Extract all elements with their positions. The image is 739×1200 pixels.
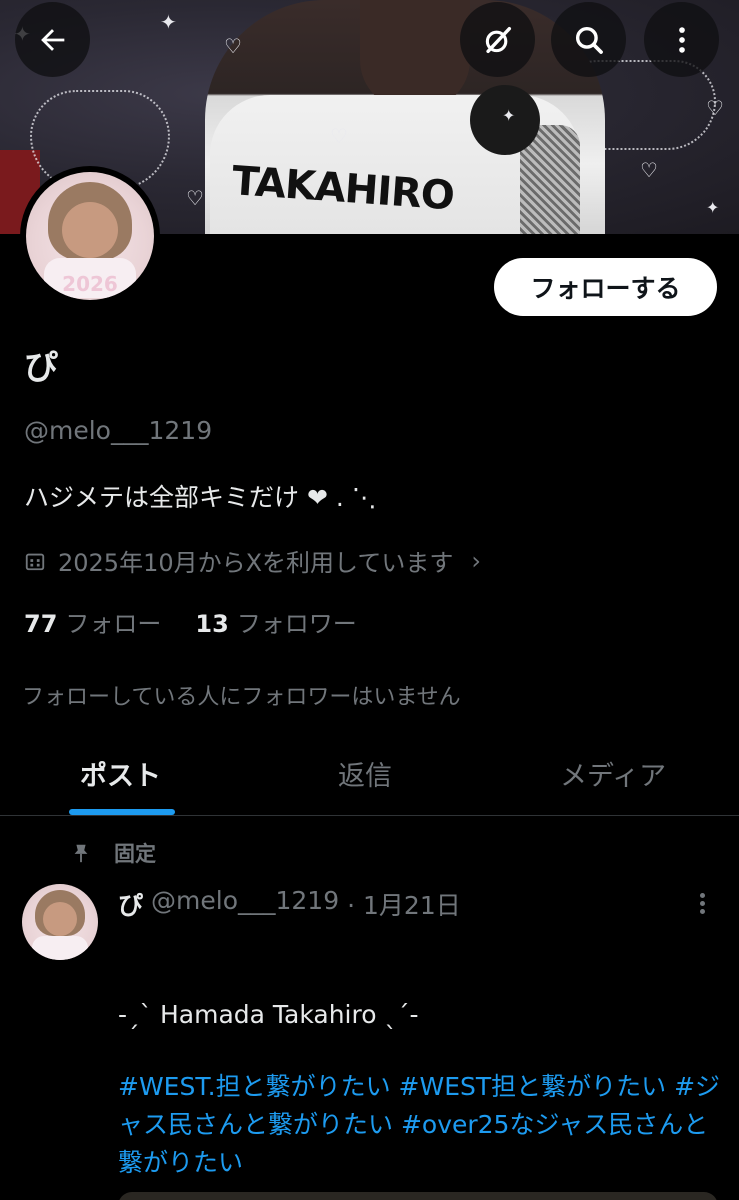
avatar-year: 2026: [62, 272, 118, 296]
avatar-face: [43, 902, 77, 936]
active-tab-indicator: [69, 809, 175, 815]
tab-replies[interactable]: 返信: [338, 754, 392, 793]
arrow-left-icon: [40, 28, 64, 51]
mutual-followers-note: フォローしている人にフォロワーはいません: [22, 685, 461, 710]
joined-date-text: 2025年10月からXを利用しています: [58, 549, 454, 577]
banner-neck: [360, 0, 470, 110]
more-dot: [699, 893, 705, 898]
profile-handle: @melo___1219: [24, 416, 213, 445]
post-author-avatar[interactable]: [22, 884, 98, 960]
post-date[interactable]: · 1月21日: [347, 886, 461, 922]
sparkle-icon: ✦: [502, 106, 516, 125]
following-count: 77: [24, 610, 58, 638]
following-label: フォロー: [65, 610, 162, 638]
post-more-button[interactable]: [690, 890, 714, 920]
profile-tabs: ポスト 返信 メディア: [0, 730, 739, 816]
back-button[interactable]: [15, 2, 90, 77]
sparkle-icon: ✦: [706, 198, 720, 217]
post-text-line: -ˏˋ Hamada Takahiro ˎˊ-: [118, 1000, 419, 1029]
follow-stats: 77 フォロー 13 フォロワー: [24, 604, 357, 639]
tab-media[interactable]: メディア: [560, 754, 666, 793]
post-author-name[interactable]: ぴ: [118, 886, 143, 922]
pin-icon: [74, 844, 88, 863]
search-button[interactable]: [551, 2, 626, 77]
heart-outline-icon: ♡: [330, 124, 348, 148]
avatar-cake: [32, 936, 88, 960]
heart-outline-icon: ♡: [224, 34, 242, 58]
tab-posts[interactable]: ポスト: [80, 754, 161, 793]
post-hashtags[interactable]: #WEST.担と繋がりたい #WEST担と繋がりたい #ジャス民さんと繋がりたい…: [118, 1068, 723, 1182]
grok-button[interactable]: [460, 2, 535, 77]
follow-button[interactable]: フォローする: [494, 258, 717, 316]
heart-outline-icon: ♡: [186, 186, 204, 210]
followers-label: フォロワー: [236, 610, 357, 638]
pinned-label: 固定: [114, 842, 156, 866]
followers-count: 13: [195, 610, 229, 638]
heart-outline-icon: ♡: [706, 96, 724, 120]
profile-name: ぴ: [24, 348, 58, 388]
more-dot: [699, 909, 705, 914]
profile-avatar[interactable]: 2026: [20, 166, 160, 306]
avatar-image: 2026: [26, 172, 154, 300]
profile-bio: ハジメテは全部キミだけ ❤︎ . ⋱: [24, 483, 377, 512]
more-dot: [699, 901, 705, 906]
chevron-right-icon: ›: [471, 546, 481, 575]
pinned-indicator: 固定: [70, 838, 156, 868]
more-options-button[interactable]: [644, 2, 719, 77]
sparkle-icon: ✦: [160, 10, 177, 34]
following-stat[interactable]: 77 フォロー: [24, 604, 161, 639]
joined-date-row[interactable]: 2025年10月からXを利用しています ›: [24, 543, 481, 578]
search-icon: [575, 26, 603, 54]
post-media-preview[interactable]: [118, 1192, 718, 1200]
more-vertical-icon: [678, 26, 685, 53]
post-header: ぴ @melo___1219 · 1月21日: [118, 886, 461, 922]
calendar-icon: [25, 553, 45, 570]
grok-icon: [485, 26, 511, 53]
avatar-face: [62, 202, 118, 258]
followers-stat[interactable]: 13 フォロワー: [195, 604, 356, 639]
post-author-handle[interactable]: @melo___1219: [151, 886, 339, 922]
heart-outline-icon: ♡: [640, 158, 658, 182]
